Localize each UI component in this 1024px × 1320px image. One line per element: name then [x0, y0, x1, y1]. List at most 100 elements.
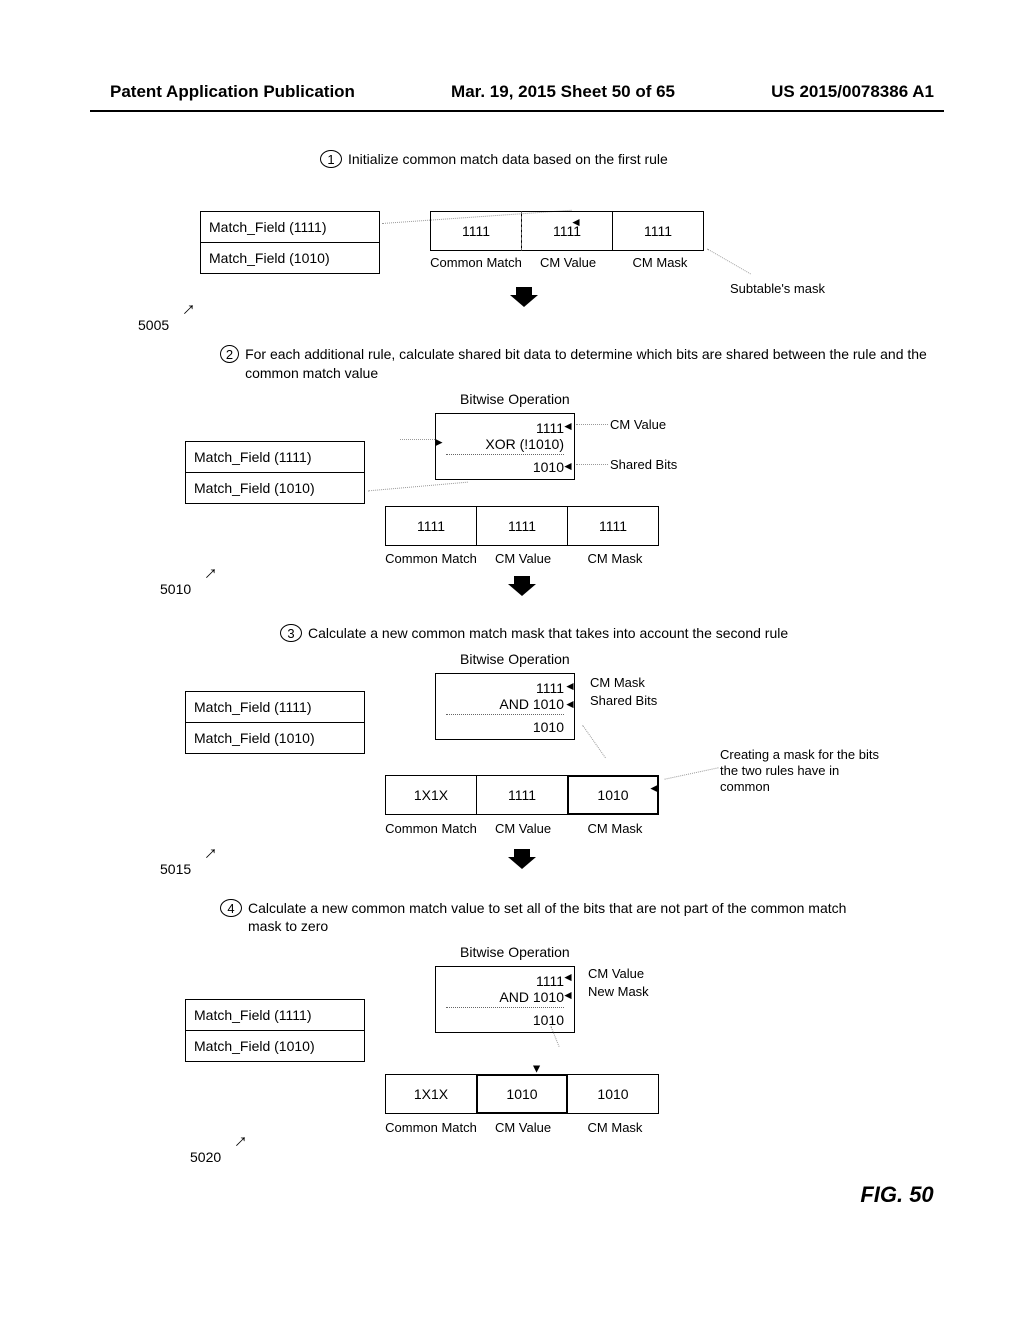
pointer-icon: ◄ [570, 215, 582, 229]
cm-mask: 1010 [567, 1074, 659, 1114]
cm-mask: 1111 [612, 211, 704, 251]
down-arrow-icon [510, 287, 538, 307]
bitop-row: 1111 [446, 973, 564, 989]
bitop-title: Bitwise Operation [460, 944, 570, 960]
callout-line [576, 424, 608, 425]
cm-triple-4: 1X1X 1010 1010 [385, 1074, 659, 1114]
cm-value: 1010 [476, 1074, 568, 1114]
figure-caption: FIG. 50 [470, 1182, 1024, 1208]
cm-triple-labels: Common Match CM Value CM Mask [385, 821, 661, 836]
bitop-row: 1111 [446, 420, 564, 436]
match-field-row: Match_Field (1111) [186, 1000, 364, 1031]
stage-4: Bitwise Operation Match_Field (1111) Mat… [90, 944, 944, 1164]
cm-triple-2: 1111 1111 1111 [385, 506, 659, 546]
match-field-row: Match_Field (1111) [201, 212, 379, 243]
header-left: Patent Application Publication [110, 82, 355, 102]
down-arrow-icon [508, 849, 536, 869]
bitop-box-3: 1111 AND 1010 1010 [435, 673, 575, 740]
bitop-row: 1010 [446, 459, 564, 475]
pointer-icon: ◄ [648, 781, 660, 795]
anno-new-mask: New Mask [588, 984, 649, 1001]
cm-triple-labels: Common Match CM Value CM Mask [385, 1120, 661, 1135]
figure-area: 1 Initialize common match data based on … [90, 150, 944, 1190]
match-field-table-2: Match_Field (1111) Match_Field (1010) [185, 441, 365, 504]
label-common-match: Common Match [385, 821, 477, 836]
label-cm-value: CM Value [522, 255, 614, 270]
cm-mask: 1111 [567, 506, 659, 546]
match-field-row: Match_Field (1111) [186, 692, 364, 723]
cm-common-match: 1111 [430, 211, 522, 251]
label-cm-mask: CM Mask [569, 1120, 661, 1135]
step-4: 4 Calculate a new common match value to … [220, 899, 944, 937]
anno-cm-mask: CM Mask [590, 675, 645, 692]
anno-shared-bits: Shared Bits [610, 457, 677, 474]
page-header: Patent Application Publication Mar. 19, … [0, 82, 1024, 102]
cm-value: 1111 [521, 211, 613, 251]
bitop-row: AND 1010 [446, 989, 564, 1005]
bitop-row: AND 1010 [446, 696, 564, 712]
step-2: 2 For each additional rule, calculate sh… [220, 345, 944, 383]
label-cm-mask: CM Mask [614, 255, 706, 270]
match-field-row: Match_Field (1010) [201, 243, 379, 273]
anno-cm-value: CM Value [610, 417, 666, 434]
step-1: 1 Initialize common match data based on … [320, 150, 944, 169]
callout-line [664, 767, 718, 779]
cm-value: 1111 [476, 506, 568, 546]
ref-arrow-icon: ↑ [230, 1131, 251, 1152]
stage-3: Bitwise Operation Match_Field (1111) Mat… [90, 651, 944, 881]
right-note-mask: Creating a mask for the bits the two rul… [720, 747, 880, 796]
label-common-match: Common Match [385, 551, 477, 566]
step-1-marker: 1 [320, 150, 342, 168]
label-common-match: Common Match [385, 1120, 477, 1135]
pointer-icon: ◄ [433, 435, 445, 449]
cm-value: 1111 [476, 775, 568, 815]
match-field-row: Match_Field (1111) [186, 442, 364, 473]
ref-5005: 5005 [138, 317, 169, 333]
cm-triple-3: 1X1X 1111 1010 [385, 775, 659, 815]
pointer-icon: ◄ [564, 679, 576, 693]
cm-triple-labels: Common Match CM Value CM Mask [430, 255, 706, 270]
bitop-row: XOR (!1010) [446, 436, 564, 452]
label-cm-mask: CM Mask [569, 821, 661, 836]
label-cm-value: CM Value [477, 821, 569, 836]
label-cm-value: CM Value [477, 1120, 569, 1135]
label-cm-value: CM Value [477, 551, 569, 566]
callout-line [576, 464, 608, 465]
label-common-match: Common Match [430, 255, 522, 270]
cm-triple-labels: Common Match CM Value CM Mask [385, 551, 661, 566]
stage-2: Bitwise Operation Match_Field (1111) Mat… [90, 391, 944, 606]
header-center: Mar. 19, 2015 Sheet 50 of 65 [451, 82, 675, 102]
step-4-marker: 4 [220, 899, 242, 917]
anno-shared-bits: Shared Bits [590, 693, 657, 710]
callout-line [582, 724, 606, 757]
ref-arrow-icon: ↑ [178, 298, 199, 319]
pointer-down-icon: ◄ [529, 1063, 543, 1075]
bitop-title: Bitwise Operation [460, 391, 570, 407]
bitop-divider [446, 1007, 564, 1008]
ref-5020: 5020 [190, 1149, 221, 1165]
cm-common-match: 1111 [385, 506, 477, 546]
callout-line [400, 439, 435, 440]
bitop-row: 1111 [446, 680, 564, 696]
step-2-marker: 2 [220, 345, 239, 363]
pointer-icon: ◄ [562, 419, 574, 433]
step-1-text: Initialize common match data based on th… [348, 150, 668, 169]
bitop-box-2: 1111 XOR (!1010) 1010 [435, 413, 575, 480]
step-2-text: For each additional rule, calculate shar… [245, 345, 944, 383]
cm-common-match: 1X1X [385, 775, 477, 815]
bitop-divider [446, 454, 564, 455]
step-3-marker: 3 [280, 624, 302, 642]
bitop-divider [446, 714, 564, 715]
match-field-row: Match_Field (1010) [186, 723, 364, 753]
step-3-text: Calculate a new common match mask that t… [308, 624, 788, 643]
subtable-mask-label: Subtable's mask [730, 281, 825, 296]
match-field-table-4: Match_Field (1111) Match_Field (1010) [185, 999, 365, 1062]
ref-5010: 5010 [160, 581, 191, 597]
cm-mask: 1010 [567, 775, 659, 815]
stage-1: Match_Field (1111) Match_Field (1010) 11… [90, 177, 944, 327]
match-field-table-3: Match_Field (1111) Match_Field (1010) [185, 691, 365, 754]
step-3: 3 Calculate a new common match mask that… [280, 624, 944, 643]
header-rule [90, 110, 944, 112]
ref-arrow-icon: ↑ [200, 842, 221, 863]
cm-triple-1: 1111 1111 1111 [430, 211, 704, 251]
